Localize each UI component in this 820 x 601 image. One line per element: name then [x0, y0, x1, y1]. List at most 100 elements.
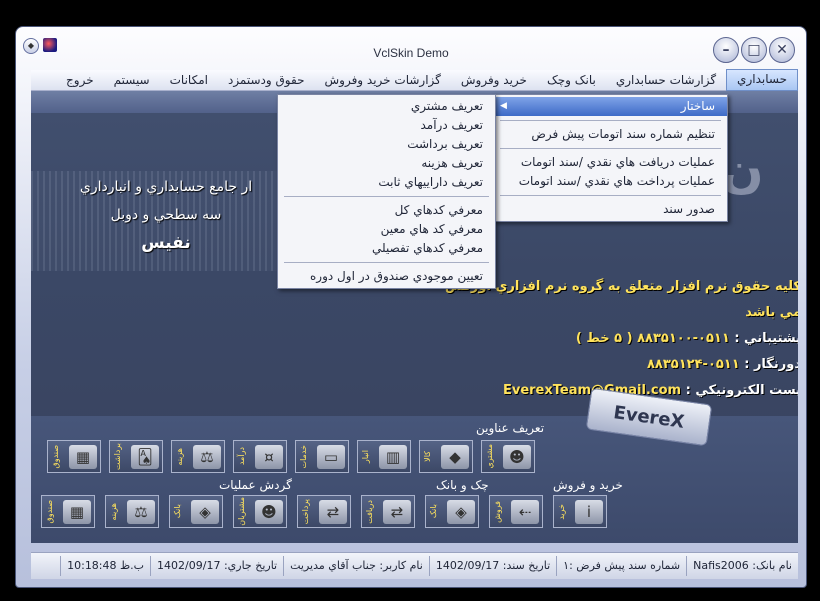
minimize-button[interactable]: – [713, 37, 739, 63]
toolbar-button-bank[interactable]: بانک ◈ [169, 495, 223, 528]
toolbar-button-buy[interactable]: خريد i [553, 495, 607, 528]
contact-info: کليه حقوق نرم افزار متعلق به گروه نرم اف… [421, 274, 798, 404]
group-label-definitions: تعريف عناوين [476, 421, 545, 435]
structure-submenu: تعريف مشتري تعريف درآمد تعريف برداشت تعريف … [277, 94, 496, 289]
accounting-menu-item-label: عمليات دريافت هاي نقدي /سند اتومات [520, 155, 715, 169]
menu-separator [284, 262, 489, 263]
toolbar-button-scale[interactable]: هزينه ⚖ [171, 440, 225, 473]
status-panel-1: شماره سند پيش فرض :۱ [556, 556, 686, 576]
toolbar-button-label: کالا [423, 451, 432, 462]
status-panel-2: تاريخ سند: 1402/09/17 [428, 556, 556, 576]
goods-icon: ◆ [441, 444, 469, 469]
customer-icon: ☻ [255, 499, 283, 524]
status-panel-3: نام کاربر: جناب آقاي مديريت [283, 556, 429, 576]
window-title: VclSkin Demo [373, 46, 449, 60]
support-value: ۰۵۱۱-۸۸۳۵۱۰۰ ( ۵ خط ) [575, 331, 730, 346]
structure-menu-item-3[interactable]: تعريف هزينه [278, 154, 495, 173]
accounting-menu-item-0[interactable]: ساختار ◀ [494, 97, 727, 116]
menu-item-7[interactable]: سيستم [104, 70, 160, 90]
structure-menu-item-4[interactable]: تعريف داراييهاي ثابت [278, 173, 495, 192]
menu-item-1[interactable]: گزارشات حسابداري [606, 70, 726, 90]
accounting-menu-item-7[interactable]: صدور سند [494, 200, 727, 219]
toolbar-button-label: مشتريان [237, 497, 246, 526]
fax-label: دورنگار : [744, 357, 798, 372]
menu-item-4[interactable]: گزارشات خريد وفروش [315, 70, 451, 90]
toolbar-button-sell[interactable]: فروش ⇠ [489, 495, 543, 528]
toolbar-button-label: فروش [493, 500, 502, 523]
toolbar-button-label: درآمد [237, 447, 246, 466]
toolbar-button-customer[interactable]: مشتريان ☻ [233, 495, 287, 528]
accounting-menu-item-5[interactable]: عمليات پرداخت هاي نقدي /سند اتومات [494, 172, 727, 191]
toolbar-button-bank[interactable]: بانک ◈ [425, 495, 479, 528]
warehouse-icon: ▥ [379, 444, 407, 469]
menu-item-6[interactable]: امکانات [160, 70, 218, 90]
toolbar-button-safe[interactable]: صندوق ▦ [41, 495, 95, 528]
menu-item-8[interactable]: خروج [56, 70, 104, 90]
structure-menu-item-label: تعيين موجودي صندوق در اول دوره [310, 269, 483, 283]
toolbar-button-safe[interactable]: صندوق ▦ [47, 440, 101, 473]
accounting-menu-item-4[interactable]: عمليات دريافت هاي نقدي /سند اتومات [494, 153, 727, 172]
structure-menu-item-1[interactable]: تعريف درآمد [278, 116, 495, 135]
bank-icon: ◈ [447, 499, 475, 524]
toolbar-button-label: دريافت [365, 499, 374, 524]
toolbar-button-cards[interactable]: برداشت 🂡 [109, 440, 163, 473]
structure-menu-item-6[interactable]: معرفي کدهاي کل [278, 201, 495, 220]
toolbar-button-goods[interactable]: کالا ◆ [419, 440, 473, 473]
toolbar-button-receive[interactable]: دريافت ⇄ [361, 495, 415, 528]
menu-item-2[interactable]: بانک وچک [537, 70, 606, 90]
tagline-1: ار جامع حسابداري و انبارداري [79, 179, 253, 195]
structure-menu-item-0[interactable]: تعريف مشتري [278, 97, 495, 116]
maximize-button[interactable]: □ [741, 37, 767, 63]
support-label: پشتيباني : [734, 331, 798, 346]
toolbar-button-pay[interactable]: پرداخت ⇄ [297, 495, 351, 528]
menu-item-5[interactable]: حقوق ودستمزد [218, 70, 315, 90]
menu-item-3[interactable]: خريد وفروش [451, 70, 537, 90]
structure-menu-item-8[interactable]: معرفي کدهاي تفصيلي [278, 239, 495, 258]
email-label: پست الکترونيکي : [685, 383, 798, 398]
toolbar-button-scale[interactable]: هزينه ⚖ [105, 495, 159, 528]
splash-taglines: ار جامع حسابداري و انبارداري سه سطحي و د… [41, 173, 291, 257]
toolbar-button-label: انبار [361, 449, 370, 464]
structure-menu-item-label: تعريف مشتري [410, 99, 483, 113]
money-icon: ¤ [255, 444, 283, 469]
menu-bar: حسابداري گزارشات حسابداري بانک وچک خريد وفر… [31, 69, 798, 91]
menu-separator [500, 120, 721, 121]
toolbar-button-warehouse[interactable]: انبار ▥ [357, 440, 411, 473]
toolbar-button-customer[interactable]: مشتري ☻ [481, 440, 535, 473]
toolbar-button-label: صندوق [51, 444, 60, 469]
accounting-menu-item-label: صدور سند [663, 202, 715, 216]
title-bar[interactable]: ◆ VclSkin Demo – □ ✕ [16, 27, 806, 71]
close-button[interactable]: ✕ [769, 37, 795, 63]
status-panel-0: نام بانک: Nafis2006 [686, 556, 798, 576]
accounting-menu-item-label: تنظيم شماره سند اتومات پيش فرض [531, 127, 715, 141]
toolbar-button-label: صندوق [45, 499, 54, 524]
menu-item-0[interactable]: حسابداري [726, 69, 798, 91]
scale-icon: ⚖ [127, 499, 155, 524]
toolbar-button-label: مشتري [485, 444, 494, 469]
toolbar-button-label: بانک [429, 504, 438, 519]
accounting-menu-item-label: عمليات پرداخت هاي نقدي /سند اتومات [518, 174, 715, 188]
scanner-icon: ▭ [317, 444, 345, 469]
cards-icon: 🂡 [131, 444, 159, 469]
submenu-arrow-icon: ◀ [500, 101, 507, 111]
scale-icon: ⚖ [193, 444, 221, 469]
structure-menu-item-10[interactable]: تعيين موجودي صندوق در اول دوره [278, 267, 495, 286]
toolbar-button-scanner[interactable]: خدمات ▭ [295, 440, 349, 473]
customer-icon: ☻ [503, 444, 531, 469]
fax-value: ۰۵۱۱-۸۸۳۵۱۲۴ [646, 357, 740, 372]
group-label-cheque-bank: چک و بانک [436, 478, 489, 492]
safe-icon: ▦ [69, 444, 97, 469]
toolbar-button-money[interactable]: درآمد ¤ [233, 440, 287, 473]
status-panel-5: ب.ظ 10:18:48 [60, 556, 150, 576]
structure-menu-item-7[interactable]: معرفي کد هاي معين [278, 220, 495, 239]
toolbar-button-label: برداشت [113, 443, 122, 470]
toolbar-button-label: بانک [173, 504, 182, 519]
toolbar-button-label: خدمات [299, 444, 308, 469]
accounting-menu-item-2[interactable]: تنظيم شماره سند اتومات پيش فرض [494, 125, 727, 144]
structure-menu-item-label: تعريف داراييهاي ثابت [378, 175, 483, 189]
buy-icon: i [575, 499, 603, 524]
toolbar-button-label: هزينه [175, 447, 184, 466]
structure-menu-item-label: معرفي کدهاي کل [394, 203, 483, 217]
safe-icon: ▦ [63, 499, 91, 524]
structure-menu-item-2[interactable]: تعريف برداشت [278, 135, 495, 154]
